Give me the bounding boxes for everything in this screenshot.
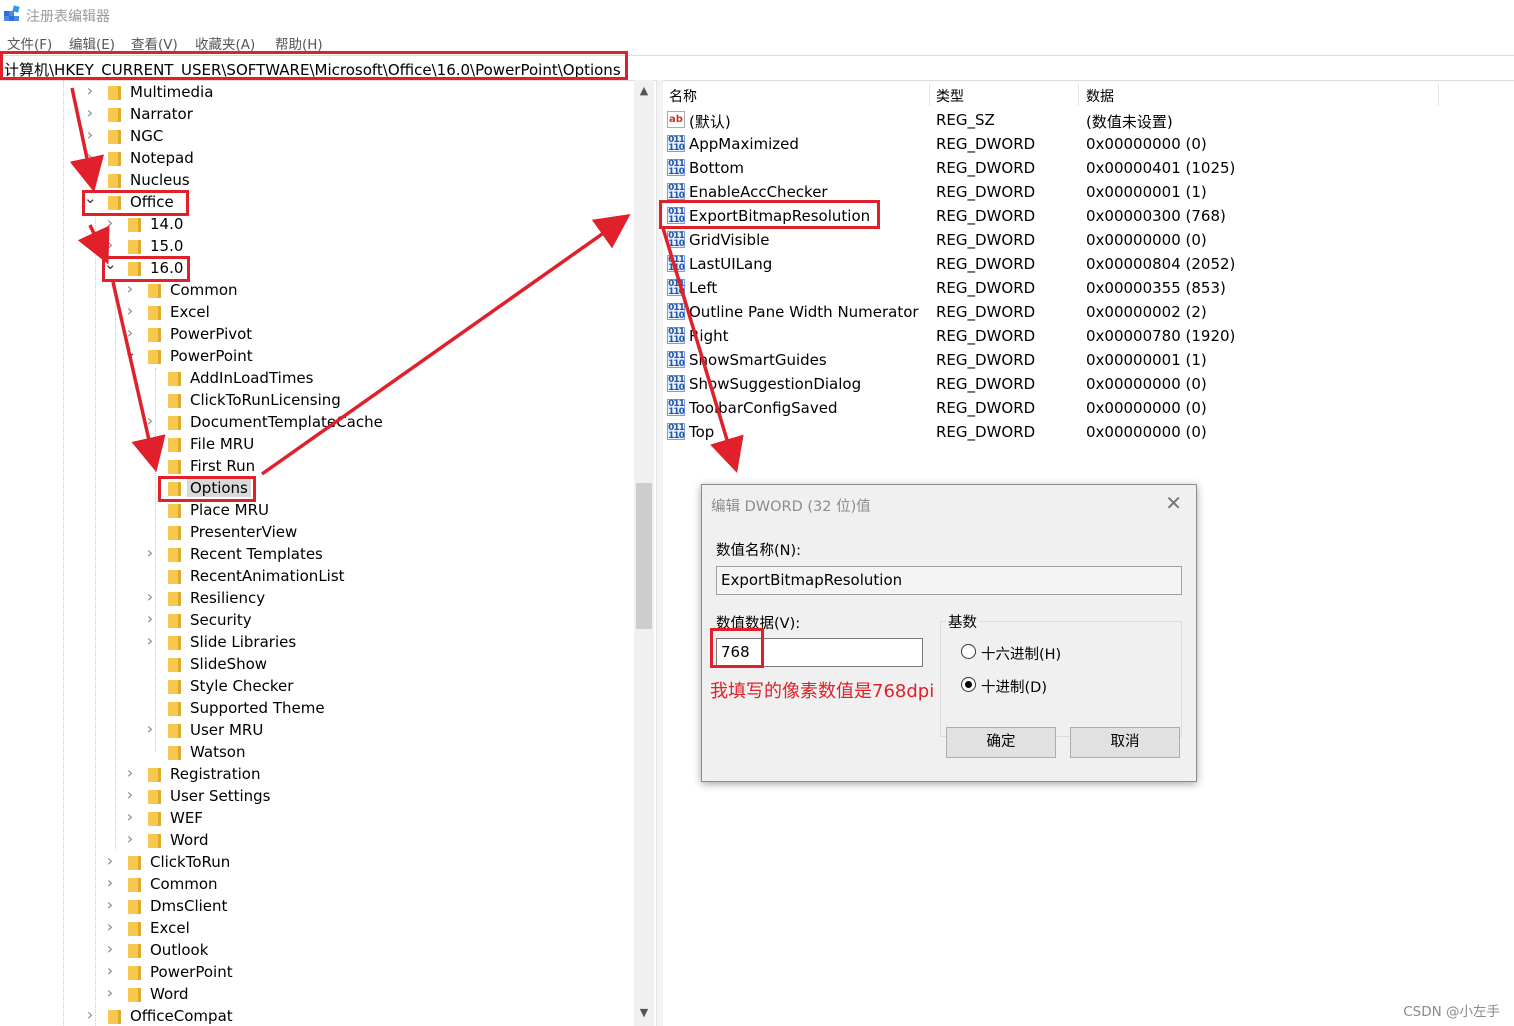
selected-value-highlight-box — [659, 200, 880, 229]
arrow-to-values — [260, 213, 631, 476]
watermark: CSDN @小左手 — [1403, 1004, 1500, 1020]
arrow-to-office — [69, 87, 105, 193]
annotation-arrows — [69, 87, 744, 476]
arrow-to-options — [111, 281, 166, 473]
office-highlight-box — [82, 190, 189, 216]
arrow-to-dialog — [661, 227, 744, 474]
16-highlight-box — [102, 256, 190, 282]
options-highlight-box — [158, 476, 256, 502]
arrow-to-16 — [77, 224, 110, 265]
